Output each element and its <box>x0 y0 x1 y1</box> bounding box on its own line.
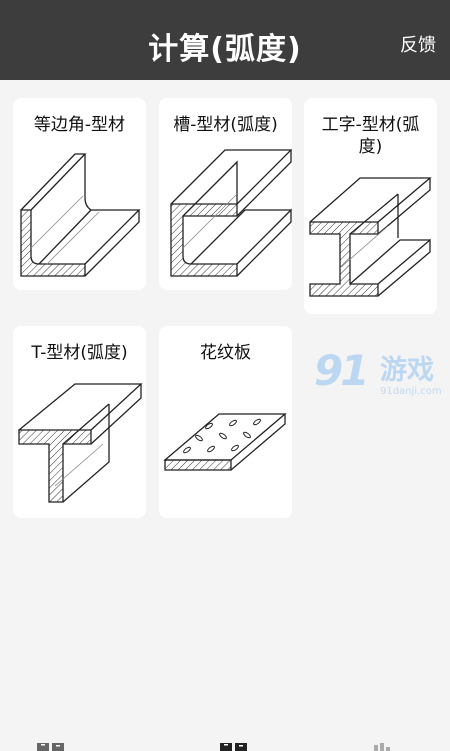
card-equal-angle[interactable]: 等边角-型材 <box>13 98 146 290</box>
card-i-beam[interactable]: 工字-型材(弧度) <box>304 98 437 314</box>
bottom-tab-bar <box>0 738 450 751</box>
card-checker-plate[interactable]: 花纹板 <box>159 326 292 518</box>
card-t-bar[interactable]: T-型材(弧度) <box>13 326 146 518</box>
app-header: 计算(弧度) 反馈 <box>0 0 450 80</box>
checker-plate-icon <box>163 413 287 471</box>
t-bar-icon <box>18 383 143 503</box>
watermark-brand: 游戏 <box>380 355 434 386</box>
feedback-button[interactable]: 反馈 <box>400 31 436 57</box>
card-channel[interactable]: 槽-型材(弧度) <box>159 98 292 290</box>
watermark-url: 91danji.com <box>380 386 442 397</box>
channel-icon <box>170 149 292 277</box>
watermark-logo: 91 <box>314 346 369 395</box>
equal-angle-icon <box>20 153 141 277</box>
i-beam-icon <box>309 177 432 297</box>
page-title: 计算(弧度) <box>148 32 302 67</box>
watermark: 91 游戏 91danji.com <box>314 348 450 404</box>
